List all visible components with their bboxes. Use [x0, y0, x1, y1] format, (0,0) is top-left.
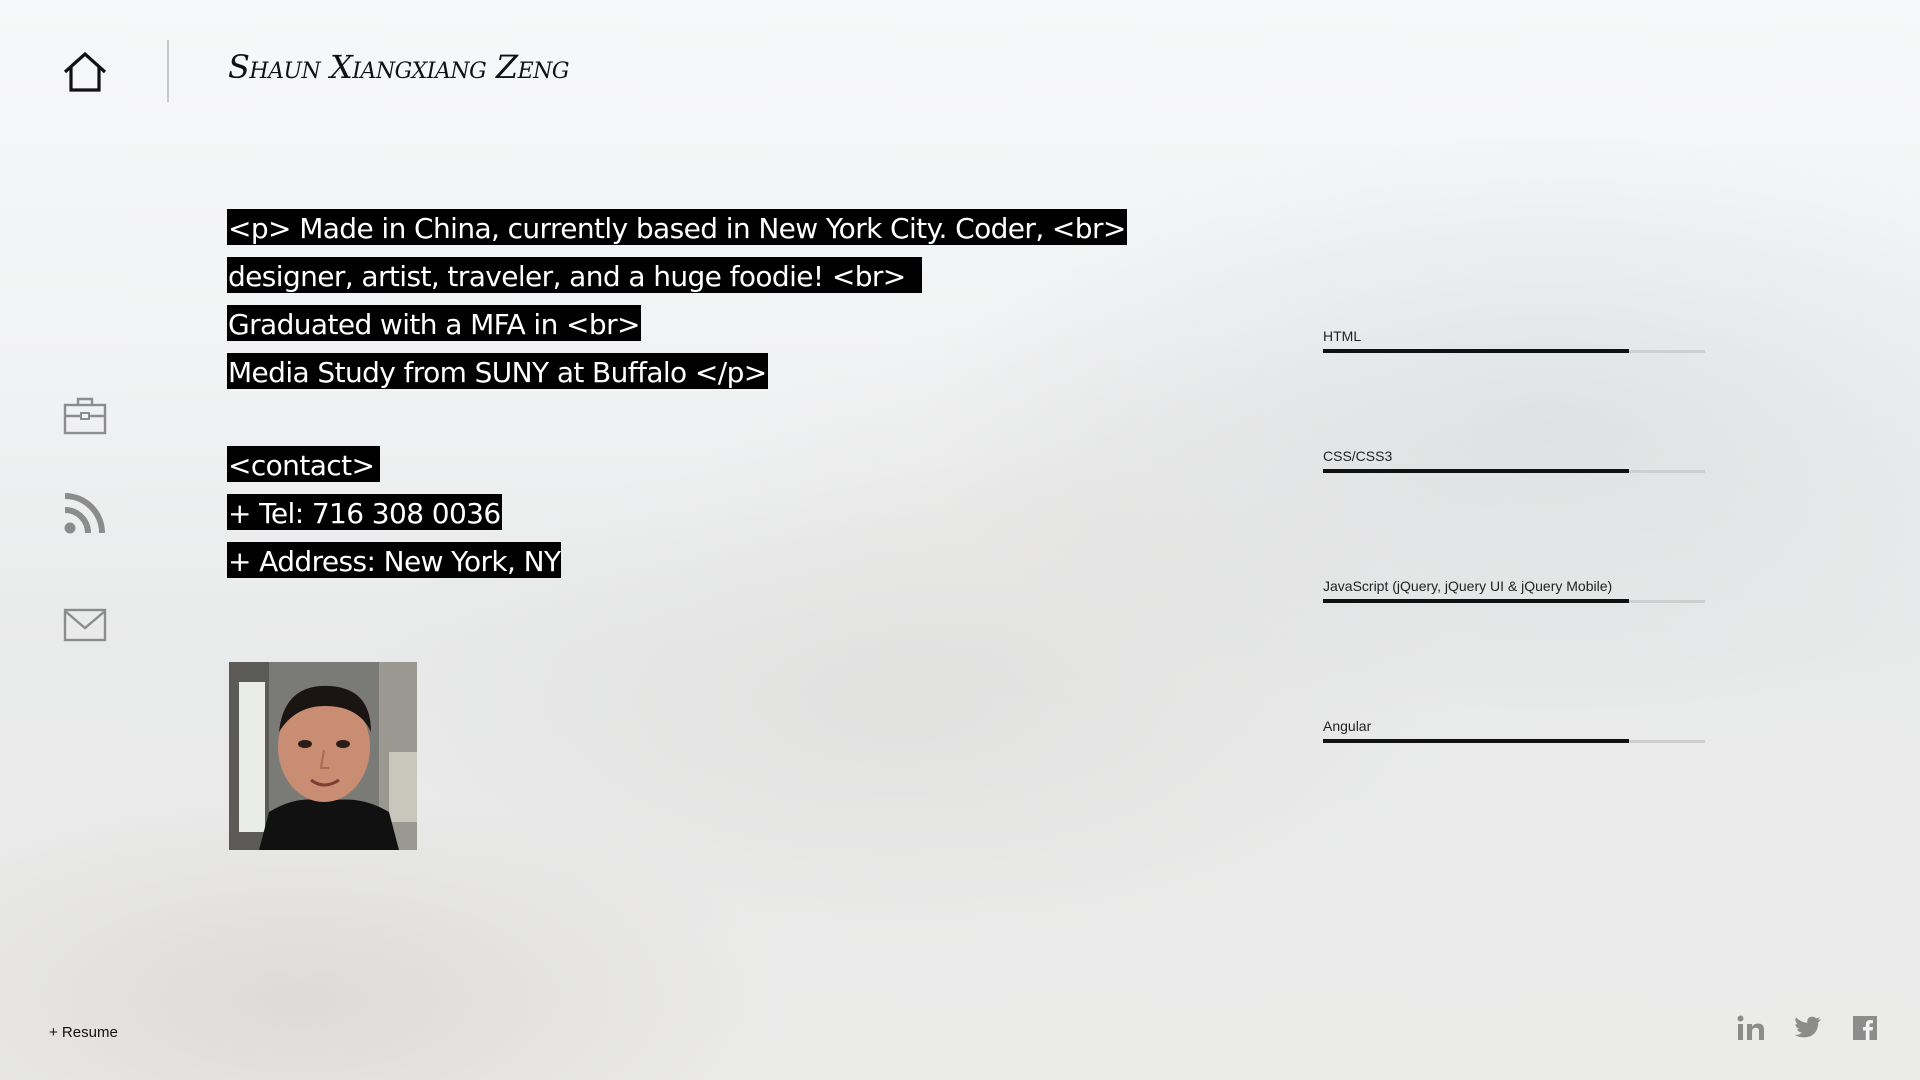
- contact-heading: <contact>: [227, 446, 381, 482]
- briefcase-icon[interactable]: [60, 391, 110, 441]
- contact-tel: + Tel: 716 308 0036: [227, 494, 502, 530]
- home-icon[interactable]: [60, 47, 110, 97]
- mail-icon[interactable]: [60, 600, 110, 650]
- bio-section: <p> Made in China, currently based in Ne…: [227, 209, 1127, 590]
- bio-line: Graduated with a MFA in <br>: [227, 305, 641, 341]
- skill-bar: [1323, 349, 1705, 353]
- rss-icon[interactable]: [60, 488, 110, 538]
- skill-bar-fill: [1323, 599, 1629, 603]
- skill-bar-fill: [1323, 739, 1629, 743]
- header-divider: [167, 40, 169, 102]
- facebook-icon[interactable]: [1849, 1012, 1881, 1044]
- skill-html: HTML: [1323, 328, 1705, 353]
- linkedin-icon[interactable]: [1735, 1012, 1767, 1044]
- bio-line: designer, artist, traveler, and a huge f…: [227, 257, 922, 293]
- skill-label: JavaScript (jQuery, jQuery UI & jQuery M…: [1323, 578, 1613, 594]
- skill-bar: [1323, 469, 1705, 473]
- skills-panel: HTML CSS/CSS3 JavaScript (jQuery, jQuery…: [1323, 0, 1705, 1080]
- skill-bar: [1323, 599, 1705, 603]
- skill-label: HTML: [1323, 328, 1362, 344]
- skill-label: CSS/CSS3: [1323, 448, 1393, 464]
- bio-line: Media Study from SUNY at Buffalo </p>: [227, 353, 768, 389]
- avatar: [229, 662, 417, 850]
- contact-address: + Address: New York, NY: [227, 542, 562, 578]
- skill-angular: Angular: [1323, 718, 1705, 743]
- site-title[interactable]: Shaun Xiangxiang Zeng: [228, 48, 570, 86]
- skill-css: CSS/CSS3: [1323, 448, 1705, 473]
- skill-javascript: JavaScript (jQuery, jQuery UI & jQuery M…: [1323, 578, 1705, 603]
- skill-bar: [1323, 739, 1705, 743]
- twitter-icon[interactable]: [1792, 1012, 1824, 1044]
- bio-line: <p> Made in China, currently based in Ne…: [227, 209, 1127, 245]
- nav-rail: [0, 0, 170, 1080]
- resume-link[interactable]: + Resume: [49, 1024, 118, 1041]
- skill-bar-fill: [1323, 469, 1629, 473]
- skill-bar-fill: [1323, 349, 1629, 353]
- skill-label: Angular: [1323, 718, 1372, 734]
